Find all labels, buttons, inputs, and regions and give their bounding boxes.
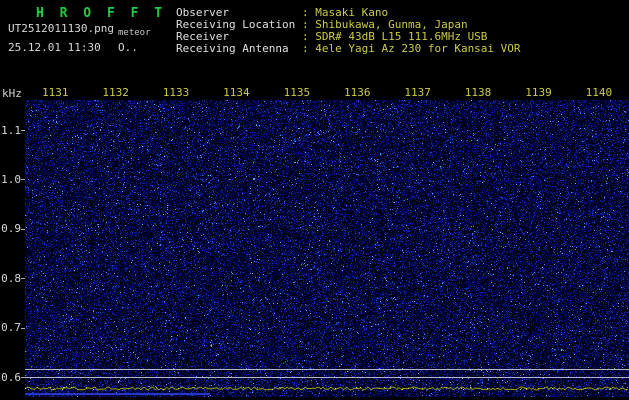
hrofft-screenshot: H R O F F T UT2512011130.png meteor 25.1… [0,0,629,400]
y-tick-label: 0.9 [0,222,21,235]
output-filename: UT2512011130.png [8,22,114,35]
y-tick-label: 0.8 [0,272,21,285]
x-tick-label: 1140 [569,86,629,99]
info-value: : 4ele Yagi Az 230 for Kansai VOR [302,42,521,55]
spectrogram-canvas [25,100,629,397]
info-label: Receiving Antenna [176,43,302,55]
info-row-antenna: Receiving Antenna: 4ele Yagi Az 230 for … [176,43,521,55]
x-axis-labels: 1131 1132 1133 1134 1135 1136 1137 1138 … [25,86,629,99]
x-tick-label: 1133 [146,86,206,99]
x-tick-label: 1136 [327,86,387,99]
app-title: H R O F F T [36,6,166,21]
observation-datetime: 25.12.01 11:30 [8,41,101,54]
x-tick-label: 1134 [206,86,266,99]
y-tick-label: 1.1 [0,124,21,137]
x-tick-label: 1132 [85,86,145,99]
x-tick-label: 1137 [387,86,447,99]
x-tick-label: 1138 [448,86,508,99]
x-tick-label: 1135 [267,86,327,99]
y-tick-label: 0.6 [0,371,21,384]
station-info: Observer: Masaki Kano Receiving Location… [176,7,521,55]
meteor-annotation: meteor [118,28,151,38]
x-tick-label: 1131 [25,86,85,99]
y-axis-unit: kHz [2,87,22,100]
status-text: O.. [118,41,138,54]
reference-line-upper [25,369,629,370]
y-tick-label: 0.7 [0,321,21,334]
reference-line-lower [25,377,629,378]
y-tick-label: 1.0 [0,173,21,186]
x-tick-label: 1139 [508,86,568,99]
